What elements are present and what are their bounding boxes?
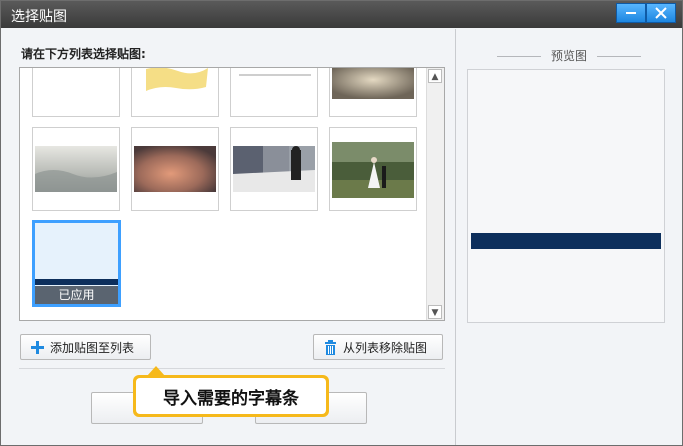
- minimize-icon: [626, 12, 636, 14]
- close-button[interactable]: [646, 3, 676, 23]
- preview-panel: 预览图: [456, 29, 682, 445]
- sticker-thumb-street-photo[interactable]: [230, 127, 318, 211]
- list-hint: 请在下方列表选择贴图:: [21, 47, 146, 61]
- minimize-button[interactable]: [616, 3, 646, 23]
- sticker-list-panel: 请在下方列表选择贴图: 已应用 ▲ ▼ 添加贴图至列表 从列表移除贴图 导入需要…: [9, 29, 455, 445]
- scroll-up-arrow-icon[interactable]: ▲: [428, 69, 442, 83]
- list-scrollbar[interactable]: ▲ ▼: [426, 68, 444, 320]
- tip-callout: 导入需要的字幕条: [133, 366, 329, 417]
- applied-status-badge: 已应用: [35, 286, 118, 304]
- sticker-thumb-thin-line[interactable]: [230, 68, 318, 117]
- sticker-thumb-subtitle-bar[interactable]: 已应用: [32, 220, 121, 307]
- preview-label: 预览图: [456, 47, 682, 64]
- sticker-list[interactable]: 已应用 ▲ ▼: [19, 67, 445, 321]
- add-sticker-label: 添加贴图至列表: [50, 340, 135, 355]
- window-title: 选择贴图: [11, 9, 67, 25]
- add-sticker-button[interactable]: 添加贴图至列表: [20, 334, 151, 360]
- remove-sticker-button[interactable]: 从列表移除贴图: [313, 334, 443, 360]
- sticker-thumb-orange-texture[interactable]: [131, 127, 219, 211]
- sticker-thumb-wedding-photo[interactable]: [329, 127, 417, 211]
- sticker-thumb-blank[interactable]: [32, 68, 120, 117]
- preview-area: [467, 69, 665, 323]
- plus-icon: [31, 340, 44, 354]
- callout-pointer: [147, 366, 165, 376]
- scroll-down-arrow-icon[interactable]: ▼: [428, 305, 442, 319]
- callout-text: 导入需要的字幕条: [136, 378, 326, 414]
- close-icon: [655, 7, 667, 19]
- preview-subtitle-strip: [471, 233, 661, 249]
- trash-icon: [325, 339, 336, 355]
- sticker-thumb-misty-sea[interactable]: [32, 127, 120, 211]
- choose-sticker-dialog: 选择贴图 请在下方列表选择贴图: 已应用 ▲ ▼ 添加贴图至列表 从列表移除贴图…: [0, 0, 683, 446]
- title-bar: 选择贴图: [1, 1, 682, 28]
- sticker-thumb-yellow-brush[interactable]: [131, 68, 219, 117]
- sticker-thumb-vintage-paper[interactable]: [329, 68, 417, 117]
- remove-sticker-label: 从列表移除贴图: [343, 340, 428, 355]
- button-separator: [19, 368, 445, 369]
